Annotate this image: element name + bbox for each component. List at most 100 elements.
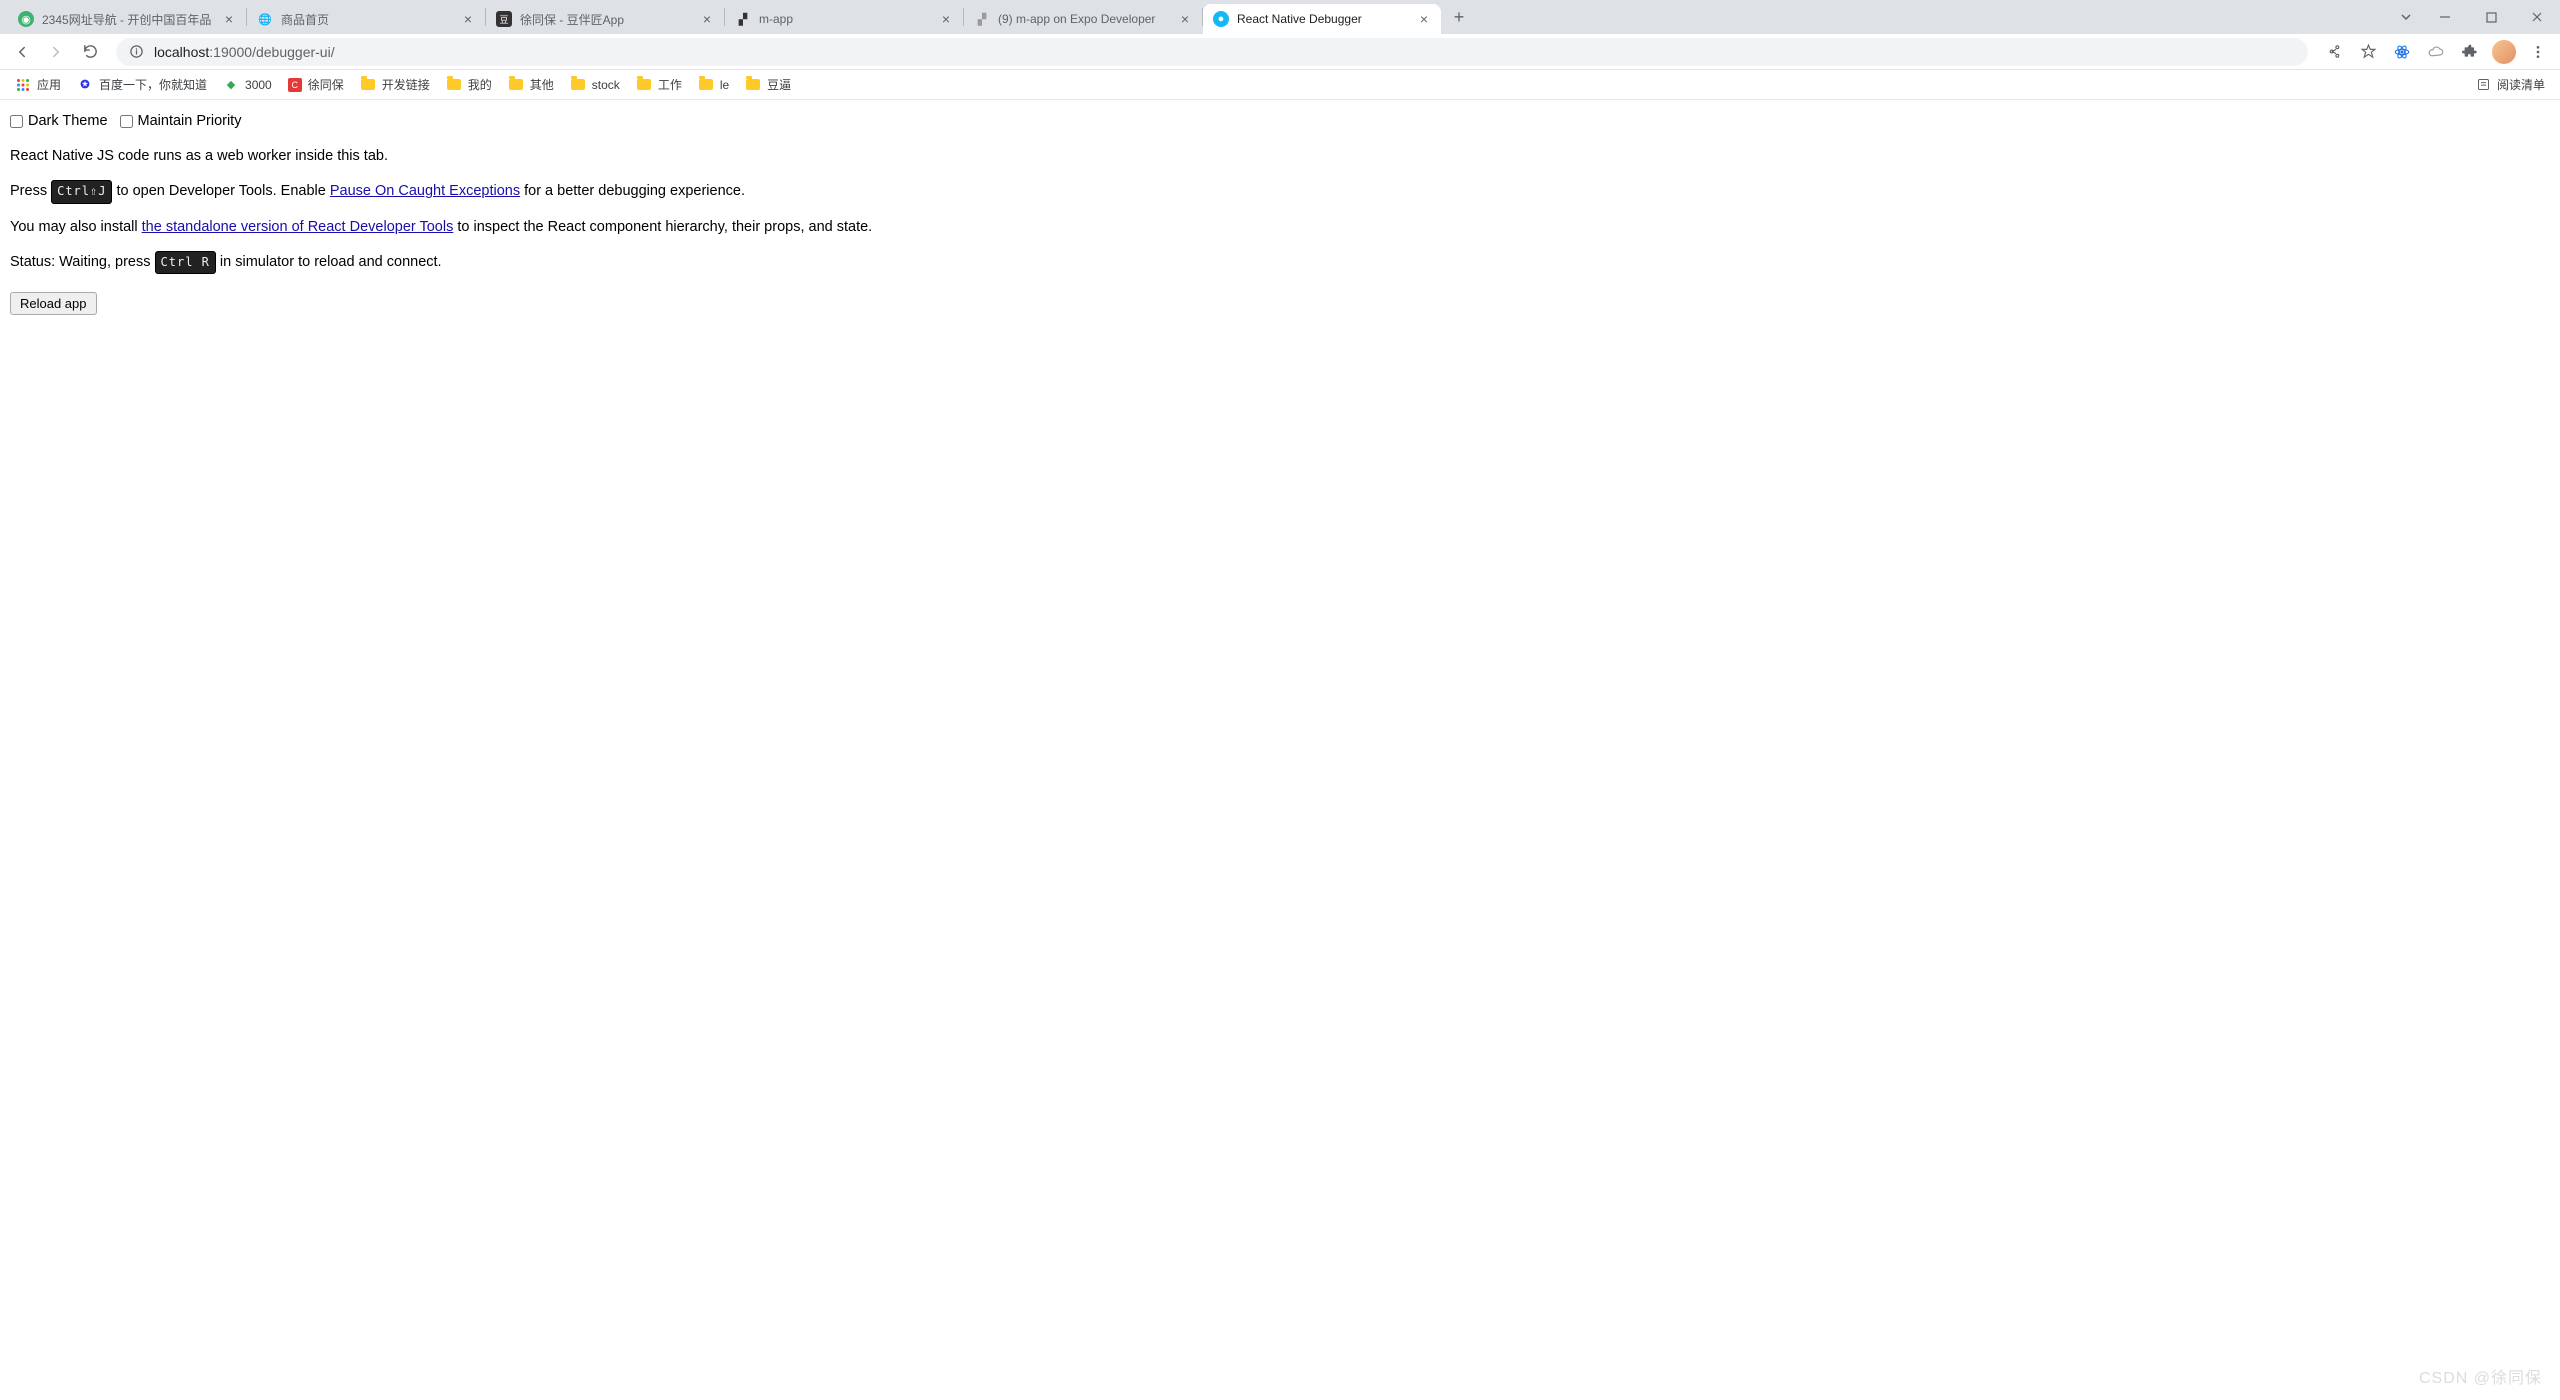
browser-toolbar: localhost:19000/debugger-ui/	[0, 34, 2560, 70]
folder-icon	[698, 77, 714, 93]
circle-icon: ●	[1213, 11, 1229, 27]
maintain-priority-option[interactable]: Maintain Priority	[120, 110, 242, 133]
globe-icon: ◉	[18, 11, 34, 27]
site-info-icon[interactable]	[128, 44, 144, 60]
bookmark-folder-other[interactable]: 其他	[501, 73, 561, 96]
bookmark-label: le	[720, 78, 729, 92]
new-tab-button[interactable]: +	[1445, 3, 1473, 31]
close-icon[interactable]: ×	[222, 12, 236, 26]
red-c-icon: C	[288, 78, 302, 92]
bookmark-folder-mine[interactable]: 我的	[439, 73, 499, 96]
tab-0[interactable]: ◉ 2345网址导航 - 开创中国百年品 ×	[8, 4, 246, 34]
tab-title: 商品首页	[281, 11, 455, 28]
url-text: localhost:19000/debugger-ui/	[154, 44, 335, 60]
extensions-icon[interactable]	[2456, 38, 2484, 66]
reading-list-icon	[2476, 77, 2491, 92]
maximize-button[interactable]	[2468, 2, 2514, 32]
tab-title: 2345网址导航 - 开创中国百年品	[42, 11, 216, 28]
pause-exceptions-link[interactable]: Pause On Caught Exceptions	[330, 183, 520, 199]
tab-title: 徐同保 - 豆伴匠App	[520, 11, 694, 28]
folder-icon	[508, 77, 524, 93]
tab-2[interactable]: 豆 徐同保 - 豆伴匠App ×	[486, 4, 724, 34]
tab-4[interactable]: ▞ (9) m-app on Expo Developer ×	[964, 4, 1202, 34]
bookmark-label: 徐同保	[308, 76, 344, 93]
bookmark-xutongbao[interactable]: C 徐同保	[281, 73, 351, 96]
bookmark-folder-stock[interactable]: stock	[563, 74, 627, 96]
install-devtools-text: You may also install the standalone vers…	[10, 216, 2550, 239]
standalone-devtools-link[interactable]: the standalone version of React Develope…	[142, 219, 454, 235]
close-icon[interactable]: ×	[700, 12, 714, 26]
kbd-ctrl-shift-j: Ctrl⇧J	[51, 180, 112, 203]
close-icon[interactable]: ×	[939, 12, 953, 26]
reading-list-label: 阅读清单	[2497, 76, 2545, 93]
tab-1[interactable]: 🌐 商品首页 ×	[247, 4, 485, 34]
square-icon: 豆	[496, 11, 512, 27]
maintain-priority-label: Maintain Priority	[138, 110, 242, 133]
devtools-text: Press Ctrl⇧J to open Developer Tools. En…	[10, 180, 2550, 203]
reload-button[interactable]	[76, 38, 104, 66]
intro-text: React Native JS code runs as a web worke…	[10, 145, 2550, 168]
folder-icon	[745, 77, 761, 93]
menu-icon[interactable]	[2524, 38, 2552, 66]
bookmark-label: 百度一下，你就知道	[99, 76, 207, 93]
profile-avatar[interactable]	[2490, 38, 2518, 66]
bookmark-folder-work[interactable]: 工作	[629, 73, 689, 96]
options-row: Dark Theme Maintain Priority	[10, 110, 2550, 133]
bookmark-baidu[interactable]: ✪ 百度一下，你就知道	[70, 73, 214, 96]
status-text: Status: Waiting, press Ctrl R in simulat…	[10, 251, 2550, 274]
minimize-button[interactable]	[2422, 2, 2468, 32]
back-button[interactable]	[8, 38, 36, 66]
page-content: Dark Theme Maintain Priority React Nativ…	[0, 100, 2560, 326]
window-controls	[2390, 0, 2560, 34]
bookmarks-bar: 应用 ✪ 百度一下，你就知道 ◆ 3000 C 徐同保 开发链接 我的 其他 s…	[0, 70, 2560, 100]
apps-shortcut[interactable]: 应用	[8, 73, 68, 96]
bookmark-folder-devlinks[interactable]: 开发链接	[353, 73, 437, 96]
folder-icon	[636, 77, 652, 93]
bookmark-label: stock	[592, 78, 620, 92]
tab-3[interactable]: ▞ m-app ×	[725, 4, 963, 34]
watermark: CSDN @徐同保	[2419, 1364, 2542, 1388]
bookmark-folder-le[interactable]: le	[691, 74, 736, 96]
apps-icon	[15, 77, 31, 93]
share-icon[interactable]	[2320, 38, 2348, 66]
folder-icon	[570, 77, 586, 93]
dark-theme-label: Dark Theme	[28, 110, 108, 133]
maintain-priority-checkbox[interactable]	[120, 115, 133, 128]
tab-5-active[interactable]: ● React Native Debugger ×	[1203, 4, 1441, 34]
close-icon[interactable]: ×	[1417, 12, 1431, 26]
reading-list-button[interactable]: 阅读清单	[2469, 73, 2552, 96]
react-devtools-icon[interactable]	[2388, 38, 2416, 66]
bookmark-3000[interactable]: ◆ 3000	[216, 74, 279, 96]
forward-button[interactable]	[42, 38, 70, 66]
folder-icon	[360, 77, 376, 93]
close-icon[interactable]: ×	[1178, 12, 1192, 26]
bookmark-label: 应用	[37, 76, 61, 93]
tab-title: React Native Debugger	[1237, 12, 1411, 26]
reload-app-button[interactable]: Reload app	[10, 292, 97, 315]
cloud-icon[interactable]	[2422, 38, 2450, 66]
expo-icon: ▞	[974, 11, 990, 27]
browser-tab-strip: ◉ 2345网址导航 - 开创中国百年品 × 🌐 商品首页 × 豆 徐同保 - …	[0, 0, 2560, 34]
close-icon[interactable]: ×	[461, 12, 475, 26]
bookmark-label: 3000	[245, 78, 272, 92]
dark-theme-checkbox[interactable]	[10, 115, 23, 128]
bookmark-label: 豆逼	[767, 76, 791, 93]
dark-theme-option[interactable]: Dark Theme	[10, 110, 108, 133]
baidu-icon: ✪	[77, 77, 93, 93]
tab-search-button[interactable]	[2390, 11, 2422, 23]
address-bar[interactable]: localhost:19000/debugger-ui/	[116, 38, 2308, 66]
bookmark-label: 其他	[530, 76, 554, 93]
globe-icon: 🌐	[257, 11, 273, 27]
tab-title: m-app	[759, 12, 933, 26]
green-dot-icon: ◆	[223, 77, 239, 93]
bookmark-folder-doubi[interactable]: 豆逼	[738, 73, 798, 96]
kbd-ctrl-r: Ctrl R	[155, 251, 216, 274]
expo-icon: ▞	[735, 11, 751, 27]
folder-icon	[446, 77, 462, 93]
close-window-button[interactable]	[2514, 2, 2560, 32]
tab-title: (9) m-app on Expo Developer	[998, 12, 1172, 26]
bookmark-label: 工作	[658, 76, 682, 93]
star-icon[interactable]	[2354, 38, 2382, 66]
bookmark-label: 开发链接	[382, 76, 430, 93]
bookmark-label: 我的	[468, 76, 492, 93]
